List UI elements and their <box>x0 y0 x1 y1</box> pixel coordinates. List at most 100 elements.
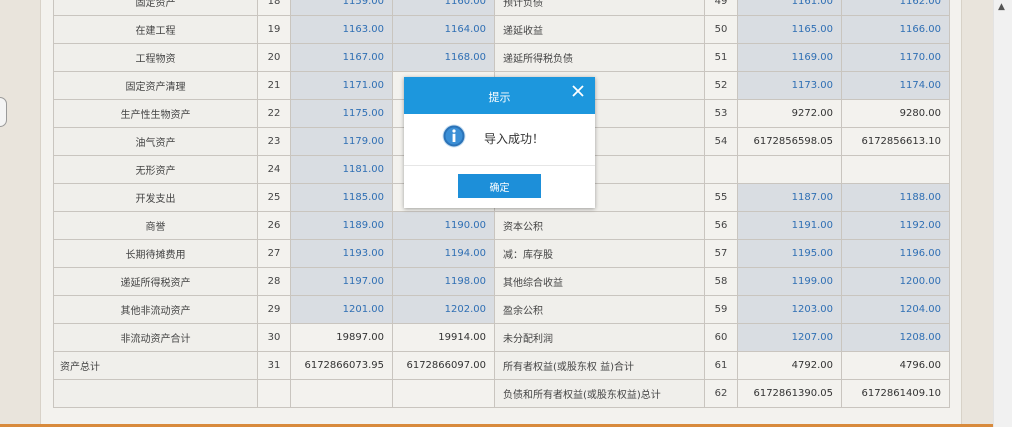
liability-end-balance[interactable]: 1199.00 <box>737 267 842 296</box>
table-row: 固定资产 18 1159.00 1160.00 预计负债 49 1161.00 1162.00 <box>53 0 950 16</box>
asset-end-balance <box>290 379 393 408</box>
asset-line-number: 25 <box>257 183 291 212</box>
liability-end-balance[interactable]: 1173.00 <box>737 71 842 100</box>
asset-begin-balance[interactable]: 1202.00 <box>392 295 495 324</box>
asset-begin-balance[interactable]: 1160.00 <box>392 0 495 16</box>
dialog-divider <box>404 165 595 166</box>
asset-end-balance[interactable]: 1193.00 <box>290 239 393 268</box>
asset-begin-balance[interactable]: 1190.00 <box>392 211 495 240</box>
asset-line-number: 20 <box>257 43 291 72</box>
asset-line-number: 19 <box>257 15 291 44</box>
liability-item-name: 递延收益 <box>494 15 705 44</box>
asset-item-name: 生产性生物资产 <box>53 99 258 128</box>
table-row: 长期待摊费用 27 1193.00 1194.00 减：库存股 57 1195.00 1196… <box>53 239 950 268</box>
asset-line-number: 23 <box>257 127 291 156</box>
liability-begin-balance[interactable]: 1208.00 <box>841 323 950 352</box>
asset-end-balance[interactable]: 1179.00 <box>290 127 393 156</box>
liability-line-number: 49 <box>704 0 738 16</box>
table-row: 递延所得税资产 28 1197.00 1198.00 其他综合收益 58 1199.00 12… <box>53 267 950 296</box>
asset-item-name: 非流动资产合计 <box>53 323 258 352</box>
liability-line-number: 58 <box>704 267 738 296</box>
liability-end-balance: 6172861390.05 <box>737 379 842 408</box>
balance-sheet-panel: 固定资产 18 1159.00 1160.00 预计负债 49 1161.00 1162.00… <box>40 0 962 427</box>
liability-line-number: 62 <box>704 379 738 408</box>
asset-line-number: 18 <box>257 0 291 16</box>
dialog-body: 导入成功！ 确定 <box>404 114 595 208</box>
asset-end-balance[interactable]: 1181.00 <box>290 155 393 184</box>
liability-begin-balance[interactable]: 1200.00 <box>841 267 950 296</box>
asset-item-name: 在建工程 <box>53 15 258 44</box>
asset-end-balance[interactable]: 1171.00 <box>290 71 393 100</box>
liability-end-balance[interactable]: 1165.00 <box>737 15 842 44</box>
asset-item-name: 商誉 <box>53 211 258 240</box>
liability-item-name: 负债和所有者权益(或股东权益)总计 <box>494 379 705 408</box>
close-icon[interactable] <box>571 84 585 98</box>
scroll-up-arrow-icon[interactable]: ▲ <box>998 2 1005 12</box>
asset-item-name: 工程物资 <box>53 43 258 72</box>
asset-begin-balance[interactable]: 1194.00 <box>392 239 495 268</box>
asset-item-name: 开发支出 <box>53 183 258 212</box>
liability-end-balance[interactable]: 1191.00 <box>737 211 842 240</box>
liability-begin-balance: 6172856613.10 <box>841 127 950 156</box>
liability-begin-balance: 9280.00 <box>841 99 950 128</box>
asset-item-name: 固定资产清理 <box>53 71 258 100</box>
liability-item-name: 所有者权益(或股东权 益)合计 <box>494 351 705 380</box>
liability-line-number: 53 <box>704 99 738 128</box>
asset-line-number <box>257 379 291 408</box>
liability-end-balance[interactable]: 1187.00 <box>737 183 842 212</box>
liability-begin-balance[interactable]: 1196.00 <box>841 239 950 268</box>
liability-begin-balance[interactable]: 1170.00 <box>841 43 950 72</box>
asset-line-number: 29 <box>257 295 291 324</box>
asset-end-balance[interactable]: 1201.00 <box>290 295 393 324</box>
liability-end-balance[interactable]: 1169.00 <box>737 43 842 72</box>
liability-begin-balance[interactable]: 1188.00 <box>841 183 950 212</box>
asset-item-name: 无形资产 <box>53 155 258 184</box>
liability-end-balance[interactable]: 1195.00 <box>737 239 842 268</box>
asset-line-number: 22 <box>257 99 291 128</box>
liability-end-balance: 9272.00 <box>737 99 842 128</box>
liability-item-name: 递延所得税负债 <box>494 43 705 72</box>
asset-begin-balance <box>392 379 495 408</box>
table-row: 其他非流动资产 29 1201.00 1202.00 盈余公积 59 1203.00 1204… <box>53 295 950 324</box>
asset-end-balance[interactable]: 1189.00 <box>290 211 393 240</box>
liability-line-number: 55 <box>704 183 738 212</box>
liability-begin-balance[interactable]: 1162.00 <box>841 0 950 16</box>
asset-begin-balance[interactable]: 1164.00 <box>392 15 495 44</box>
asset-line-number: 21 <box>257 71 291 100</box>
liability-begin-balance[interactable]: 1166.00 <box>841 15 950 44</box>
asset-begin-balance: 6172866097.00 <box>392 351 495 380</box>
asset-begin-balance[interactable]: 1198.00 <box>392 267 495 296</box>
liability-line-number: 50 <box>704 15 738 44</box>
dialog-message: 导入成功！ <box>484 132 545 146</box>
liability-end-balance <box>737 155 842 184</box>
dialog-title: 提示 <box>488 91 511 104</box>
liability-end-balance: 4792.00 <box>737 351 842 380</box>
asset-item-name: 资产总计 <box>53 351 258 380</box>
liability-begin-balance[interactable]: 1192.00 <box>841 211 950 240</box>
asset-end-balance[interactable]: 1185.00 <box>290 183 393 212</box>
liability-item-name: 其他综合收益 <box>494 267 705 296</box>
table-row: 资产总计 31 6172866073.95 6172866097.00 所有者权益(或股… <box>53 351 950 380</box>
liability-end-balance: 6172856598.05 <box>737 127 842 156</box>
liability-begin-balance[interactable]: 1204.00 <box>841 295 950 324</box>
liability-item-name: 减：库存股 <box>494 239 705 268</box>
asset-end-balance[interactable]: 1167.00 <box>290 43 393 72</box>
vertical-scrollbar[interactable]: ▲ <box>993 0 1012 427</box>
asset-end-balance[interactable]: 1197.00 <box>290 267 393 296</box>
liability-line-number: 60 <box>704 323 738 352</box>
liability-line-number <box>704 155 738 184</box>
liability-end-balance[interactable]: 1161.00 <box>737 0 842 16</box>
left-edge-handle[interactable] <box>0 97 7 127</box>
asset-end-balance[interactable]: 1163.00 <box>290 15 393 44</box>
ok-button[interactable]: 确定 <box>458 174 541 198</box>
liability-end-balance[interactable]: 1203.00 <box>737 295 842 324</box>
asset-end-balance[interactable]: 1175.00 <box>290 99 393 128</box>
table-row: 在建工程 19 1163.00 1164.00 递延收益 50 1165.00 1166.00 <box>53 15 950 44</box>
liability-item-name: 预计负债 <box>494 0 705 16</box>
liability-end-balance[interactable]: 1207.00 <box>737 323 842 352</box>
liability-line-number: 59 <box>704 295 738 324</box>
liability-begin-balance[interactable]: 1174.00 <box>841 71 950 100</box>
asset-line-number: 27 <box>257 239 291 268</box>
asset-end-balance[interactable]: 1159.00 <box>290 0 393 16</box>
asset-begin-balance[interactable]: 1168.00 <box>392 43 495 72</box>
